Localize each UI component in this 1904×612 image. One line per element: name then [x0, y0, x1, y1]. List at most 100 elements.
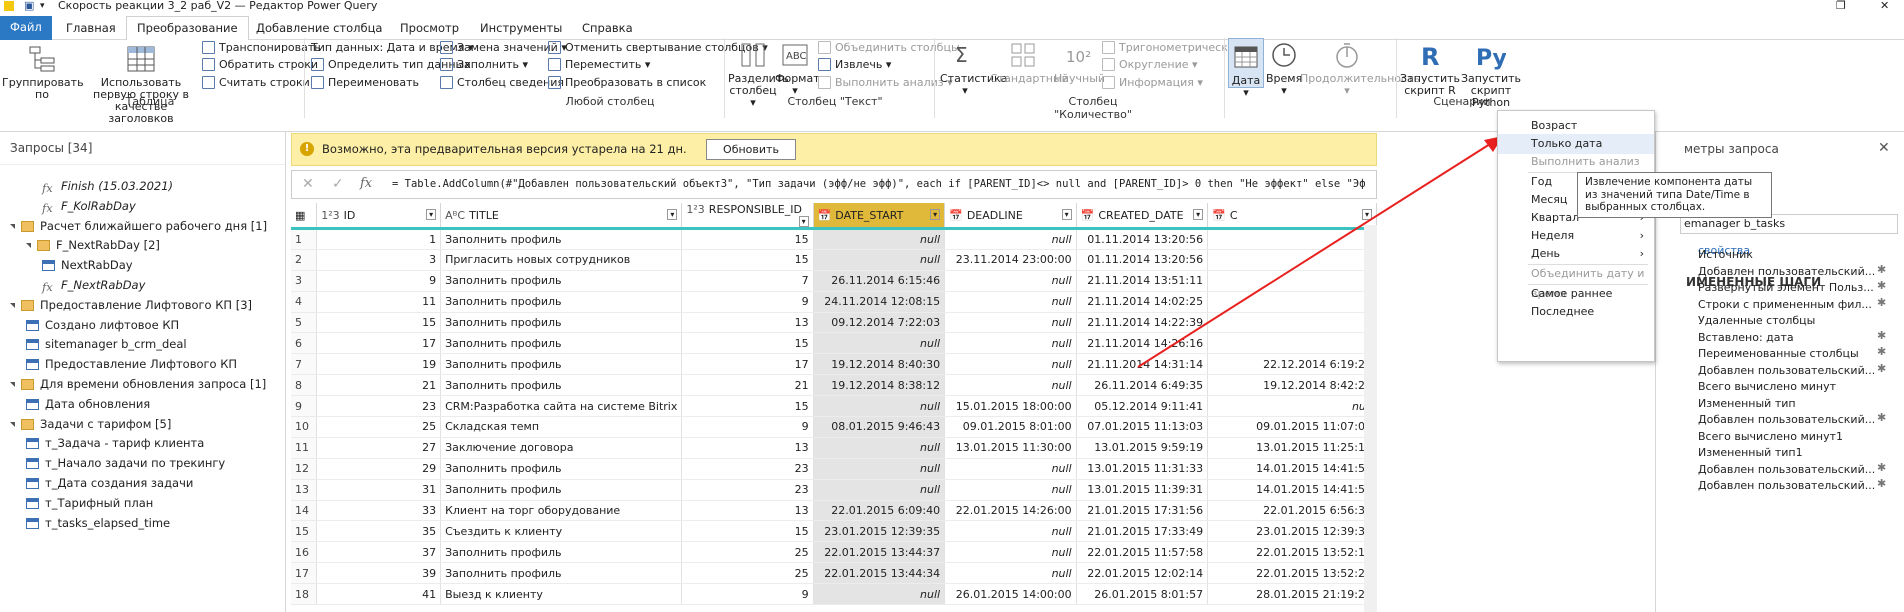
row-number[interactable]: 7: [291, 353, 318, 376]
query-item[interactable]: fx Finish (15.03.2021): [42, 176, 173, 196]
transpose-button[interactable]: Транспонировать: [202, 39, 321, 57]
time-button[interactable]: Время ▾: [1266, 40, 1302, 97]
query-item[interactable]: т_tasks_elapsed_time: [26, 513, 170, 533]
step-settings-gear-icon[interactable]: ✱: [1877, 279, 1886, 292]
table-cell[interactable]: 9: [681, 416, 814, 438]
table-cell[interactable]: 13: [681, 312, 814, 334]
table-cell[interactable]: 37: [316, 541, 442, 564]
row-number[interactable]: 13: [291, 479, 318, 501]
table-cell[interactable]: 26.01.2015 8:01:57: [1076, 583, 1209, 606]
table-cell[interactable]: 21: [681, 374, 814, 397]
column-filter-icon[interactable]: ▾: [930, 208, 941, 220]
table-cell[interactable]: Клиент на торг оборудование: [440, 500, 683, 522]
table-cell[interactable]: 09.12.2014 7:22:03: [813, 312, 946, 334]
grid-vertical-scrollbar[interactable]: [1364, 225, 1377, 612]
table-cell[interactable]: 26.01.2015 14:00:00: [944, 583, 1077, 606]
step-settings-gear-icon[interactable]: ✱: [1877, 329, 1886, 342]
extract-button[interactable]: Извлечь ▾: [818, 56, 891, 74]
row-number[interactable]: 16: [291, 541, 318, 564]
column-header[interactable]: 📅 DEADLINE ▾: [944, 203, 1077, 230]
table-cell[interactable]: 22.01.2015 11:57:58: [1076, 541, 1209, 564]
query-item[interactable]: sitemanager b_crm_deal: [26, 334, 187, 354]
query-item[interactable]: Задачи с тарифом [5]: [10, 414, 171, 434]
column-filter-icon[interactable]: ▾: [798, 216, 809, 226]
table-cell[interactable]: 13.01.2015 11:30:00: [944, 437, 1077, 459]
row-number[interactable]: 18: [291, 583, 318, 606]
table-cell[interactable]: 22.01.2015 6:09:40: [813, 500, 946, 522]
table-cell[interactable]: null: [944, 374, 1077, 397]
table-cell[interactable]: null: [944, 541, 1077, 564]
table-cell[interactable]: 28.01.2015 21:19:20: [1207, 583, 1377, 606]
query-item[interactable]: Создано лифтовое КП: [26, 315, 179, 335]
table-cell[interactable]: 21.11.2014 14:31:14: [1076, 353, 1209, 376]
confirm-formula-icon[interactable]: ✓: [332, 176, 344, 192]
formula-input[interactable]: = Table.AddColumn(#"Добавлен пользовател…: [392, 178, 1372, 190]
table-cell[interactable]: 07.01.2015 11:13:03: [1076, 416, 1209, 438]
table-cell[interactable]: 9: [681, 583, 814, 606]
column-filter-icon[interactable]: ▾: [426, 208, 437, 220]
row-number[interactable]: 17: [291, 562, 318, 585]
query-item[interactable]: NextRabDay: [42, 255, 133, 275]
table-cell[interactable]: Заполнить профиль: [440, 332, 683, 355]
table-cell[interactable]: 15: [681, 249, 814, 271]
merge-columns-button[interactable]: Объединить столбцы: [818, 39, 960, 57]
table-cell[interactable]: CRM:Разработка сайта на системе Bitrix: [440, 395, 683, 418]
table-cell[interactable]: null: [813, 583, 946, 606]
row-number[interactable]: 9: [291, 395, 318, 418]
table-cell[interactable]: Складская темп: [440, 416, 683, 438]
column-type-icon[interactable]: 1²3: [321, 209, 339, 222]
date-menu-item[interactable]: Выполнить анализ: [1498, 152, 1654, 172]
close-settings-icon[interactable]: ✕: [1878, 140, 1890, 156]
table-cell[interactable]: 9: [316, 270, 442, 292]
table-cell[interactable]: Заполнить профиль: [440, 479, 683, 501]
applied-step[interactable]: Измененный тип: [1698, 395, 1796, 412]
table-cell[interactable]: Заполнить профиль: [440, 353, 683, 376]
applied-step[interactable]: Добавлен пользовательский...: [1698, 461, 1875, 478]
step-settings-gear-icon[interactable]: ✱: [1877, 345, 1886, 358]
table-cell[interactable]: 15: [681, 332, 814, 355]
date-menu-item[interactable]: Самое раннее: [1498, 284, 1654, 304]
column-header[interactable]: 📅 CREATED_DATE ▾: [1076, 203, 1209, 230]
row-number[interactable]: 15: [291, 520, 318, 543]
table-cell[interactable]: 21.01.2015 17:31:56: [1076, 500, 1209, 522]
table-cell[interactable]: 31: [316, 479, 442, 501]
table-cell[interactable]: 33: [316, 500, 442, 522]
table-cell[interactable]: 05.12.2014 9:11:41: [1076, 395, 1209, 418]
applied-step[interactable]: Удаленные столбцы: [1698, 312, 1815, 329]
table-cell[interactable]: 17: [316, 332, 442, 355]
table-cell[interactable]: Заполнить профиль: [440, 270, 683, 292]
tab-transform[interactable]: Преобразование: [126, 16, 249, 41]
table-cell[interactable]: 15: [681, 228, 814, 250]
step-settings-gear-icon[interactable]: ✱: [1877, 461, 1886, 474]
table-cell[interactable]: 22.01.2015 6:56:30: [1207, 500, 1377, 522]
table-cell[interactable]: 19.12.2014 8:38:12: [813, 374, 946, 397]
group-by-button[interactable]: Группировать по: [2, 44, 84, 101]
row-number[interactable]: 12: [291, 458, 318, 480]
date-menu-item[interactable]: Только дата: [1498, 134, 1654, 154]
table-cell[interactable]: null: [944, 562, 1077, 585]
date-menu-item[interactable]: Возраст: [1498, 116, 1654, 136]
query-item[interactable]: Расчет ближайшего рабочего дня [1]: [10, 216, 267, 236]
table-cell[interactable]: Заключение договора: [440, 437, 683, 459]
step-settings-gear-icon[interactable]: ✱: [1877, 362, 1886, 375]
applied-step[interactable]: Добавлен пользовательский...: [1698, 411, 1875, 428]
applied-step[interactable]: Добавлен пользовательский...: [1698, 263, 1875, 280]
table-cell[interactable]: 41: [316, 583, 442, 606]
table-cell[interactable]: null: [944, 332, 1077, 355]
row-number[interactable]: 5: [291, 312, 318, 334]
table-cell[interactable]: 21.11.2014 14:22:39: [1076, 312, 1209, 334]
table-cell[interactable]: [1207, 312, 1377, 334]
table-cell[interactable]: 19.12.2014 8:40:30: [813, 353, 946, 376]
applied-step[interactable]: Развернутый элемент Польз...: [1698, 279, 1874, 296]
table-cell[interactable]: 39: [316, 562, 442, 585]
table-cell[interactable]: 17: [681, 353, 814, 376]
expand-arrow-icon[interactable]: [10, 223, 15, 229]
save-icon[interactable]: ▣: [24, 0, 34, 12]
date-menu-item[interactable]: День ›: [1498, 244, 1654, 264]
column-header[interactable]: 📅 C ▾: [1207, 203, 1377, 230]
table-cell[interactable]: 01.11.2014 13:20:56: [1076, 249, 1209, 271]
expand-arrow-icon[interactable]: [10, 382, 15, 387]
table-cell[interactable]: 1: [316, 228, 442, 250]
column-header[interactable]: 📅 DATE_START ▾: [813, 203, 946, 230]
table-cell[interactable]: 19: [316, 353, 442, 376]
